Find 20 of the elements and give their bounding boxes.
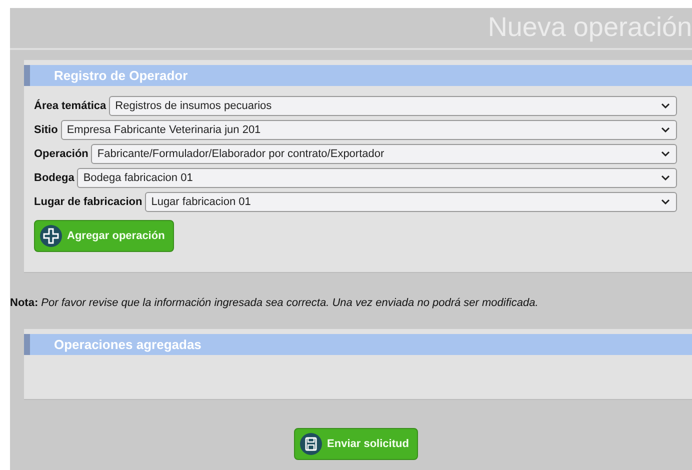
select-field[interactable]: Fabricante/Formulador/Elaborador por contrato/Exportador bbox=[91, 144, 677, 164]
panel-heading: Registro de Operador bbox=[24, 65, 692, 86]
select-field[interactable]: Registros de insumos pecuarios bbox=[109, 96, 677, 116]
note-text: Nota: Por favor revise que la información ingresada sea correcta. Una vez enviada no podrá ser modificada. bbox=[10, 297, 540, 309]
caret-icon bbox=[661, 103, 670, 109]
field-label: Bodega bbox=[34, 172, 74, 184]
field-label: Sitio bbox=[34, 124, 58, 136]
panel-heading: Operaciones agregadas bbox=[24, 334, 692, 355]
caret-icon bbox=[661, 175, 670, 181]
select-field[interactable]: Bodega fabricacion 01 bbox=[77, 168, 677, 188]
field-label: Lugar de fabricacion bbox=[34, 196, 142, 208]
caret-icon bbox=[661, 199, 670, 205]
caret-icon bbox=[661, 151, 670, 157]
select-field[interactable]: Empresa Fabricante Veterinaria jun 201 bbox=[60, 120, 677, 140]
field-label: Área temática bbox=[34, 100, 106, 112]
select-field[interactable]: Lugar fabricacion 01 bbox=[145, 192, 677, 212]
field-label: Operación bbox=[34, 148, 88, 160]
plus-icon bbox=[40, 225, 62, 247]
caret-icon bbox=[661, 127, 670, 133]
save-icon bbox=[300, 433, 322, 455]
